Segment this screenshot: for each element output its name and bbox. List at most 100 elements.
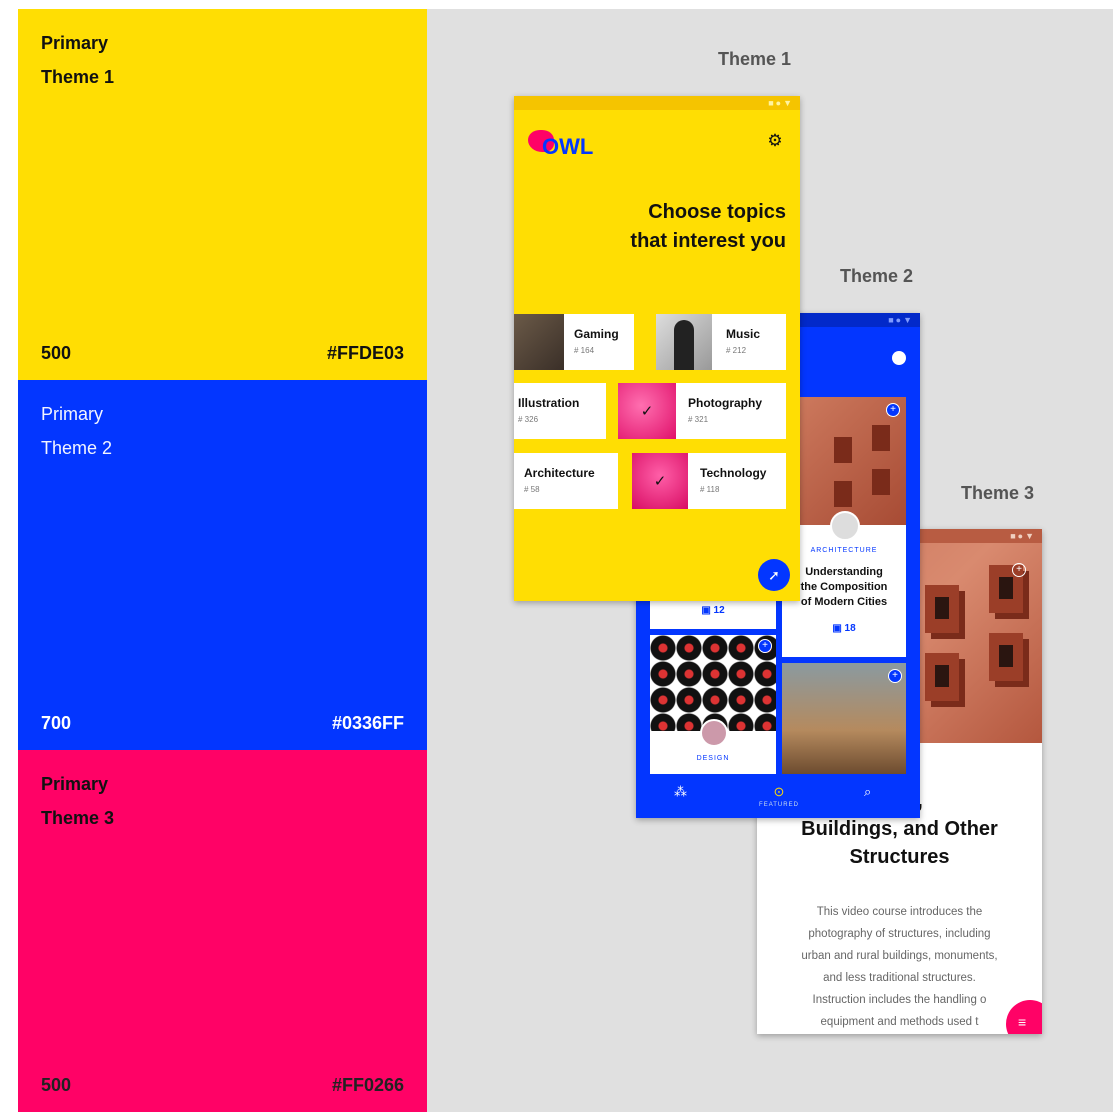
featured-icon: ⊙ <box>773 784 785 799</box>
compass-fab-button[interactable]: ➚ <box>758 559 790 591</box>
topic-image: ✓ <box>618 383 676 439</box>
title-line: Understanding <box>805 566 883 578</box>
topic-count: # 58 <box>524 485 540 494</box>
add-icon[interactable]: + <box>1012 563 1026 577</box>
title-line: Structures <box>849 846 950 868</box>
window-shape <box>925 585 959 633</box>
grid-icon: ⁂ <box>674 784 687 799</box>
check-icon: ✓ <box>653 473 667 490</box>
topic-technology[interactable]: ✓ Technology # 118 <box>632 453 786 509</box>
description-line: Instruction includes the handling o <box>812 994 987 1006</box>
lesson-count-value: 12 <box>713 605 725 616</box>
status-bar: ■●▼ <box>514 96 800 110</box>
swatch-theme-name: Theme 3 <box>41 808 115 828</box>
topic-count: # 321 <box>688 415 709 424</box>
title-line: Buildings, and Other <box>801 818 998 840</box>
nav-featured[interactable]: ⊙ FEATURED <box>754 784 804 808</box>
avatar <box>830 511 860 541</box>
vinyl-records-photo <box>650 635 776 731</box>
swatch-theme-3: Primary Theme 3 500 #FF0266 <box>18 750 427 1112</box>
status-icons: ■●▼ <box>1010 531 1036 541</box>
course-title: Understanding the Composition of Modern … <box>782 565 906 610</box>
menu-icon: ≡ <box>1018 1014 1027 1030</box>
swatch-shade: 500 <box>41 1075 72 1095</box>
woodworking-photo <box>782 663 906 775</box>
building-photo <box>782 397 906 525</box>
nav-grid[interactable]: ⁂ <box>674 784 687 800</box>
topic-name: Photography <box>688 396 762 410</box>
topic-name: Illustration <box>518 396 580 410</box>
owl-logo: OWL <box>528 126 608 160</box>
swatch-hex: #0336FF <box>331 713 404 733</box>
course-category: DESIGN <box>696 755 730 762</box>
add-icon[interactable]: + <box>758 639 772 653</box>
description-line: and less traditional structures. <box>823 972 976 984</box>
add-icon[interactable]: + <box>886 403 900 417</box>
swatch-theme-1: Primary Theme 1 500 #FFDE03 <box>18 9 427 380</box>
window-shape <box>872 425 890 451</box>
window-shape <box>834 481 852 507</box>
topic-image <box>656 314 712 370</box>
swatch-hex: #FFDE03 <box>326 343 404 363</box>
window-shape <box>872 469 890 495</box>
description-line: This video course introduces the <box>816 906 983 918</box>
lesson-count-value: 18 <box>844 623 856 634</box>
topic-count: # 326 <box>518 415 539 424</box>
check-icon: ✓ <box>640 403 654 420</box>
topic-illustration[interactable]: Illustration # 326 <box>514 383 606 439</box>
swatch-theme-name: Theme 2 <box>41 438 113 458</box>
description-line: urban and rural buildings, monuments, <box>801 950 998 962</box>
lesson-count: ▣ 12 <box>650 605 776 616</box>
title-line: Choose topics <box>648 201 786 223</box>
swatch-theme-name: Theme 1 <box>41 67 115 87</box>
add-icon[interactable]: + <box>888 669 902 683</box>
status-icons: ■●▼ <box>768 98 794 108</box>
color-swatches: Primary Theme 1 500 #FFDE03 Primary Them… <box>18 9 427 1112</box>
window-shape <box>989 633 1023 681</box>
gear-icon[interactable]: ⚙ <box>766 132 784 150</box>
course-card-architecture[interactable]: + ARCHITECTURE Understanding the Composi… <box>782 397 906 657</box>
description-line: photography of structures, including <box>808 928 991 940</box>
swatch-shade: 700 <box>41 713 72 733</box>
search-icon: ⌕ <box>864 784 872 799</box>
title-line: of Modern Cities <box>800 596 888 608</box>
person-shape <box>674 320 694 370</box>
topic-music[interactable]: Music # 212 <box>656 314 786 370</box>
window-shape <box>834 437 852 463</box>
topic-architecture[interactable]: Architecture # 58 <box>514 453 618 509</box>
video-icon: ▣ <box>832 623 845 634</box>
topic-count: # 212 <box>726 346 747 355</box>
topic-image <box>514 314 564 370</box>
nav-search[interactable]: ⌕ <box>864 784 871 800</box>
avatar <box>700 719 728 747</box>
course-category: ARCHITECTURE <box>810 547 878 554</box>
topic-gaming[interactable]: Gaming # 164 <box>514 314 634 370</box>
swatch-label: Primary <box>41 774 109 794</box>
title-line: that interest you <box>630 230 786 252</box>
course-card-woodwork[interactable]: + <box>782 663 906 775</box>
compass-icon: ➚ <box>768 567 780 583</box>
theme-3-label: Theme 3 <box>961 483 1035 503</box>
swatch-label: Primary <box>41 33 109 53</box>
topic-count: # 118 <box>700 485 720 494</box>
swatch-label: Primary <box>41 404 103 424</box>
swatch-hex: #FF0266 <box>331 1075 404 1095</box>
course-card-design[interactable]: + DESIGN <box>650 635 776 775</box>
window-shape <box>925 653 959 701</box>
account-icon[interactable] <box>892 351 906 365</box>
course-description: This video course introduces the photogr… <box>771 901 1028 1033</box>
topic-name: Gaming <box>574 327 619 341</box>
mockup-canvas: Theme 1 Theme 2 Theme 3 ■●▼ + PHY ents, … <box>427 9 1113 1112</box>
topic-count: # 164 <box>574 346 595 355</box>
nav-label: FEATURED <box>759 802 799 808</box>
title-line: the Composition <box>800 581 888 593</box>
topic-name: Architecture <box>524 466 595 480</box>
topic-photography[interactable]: ✓ Photography # 321 <box>618 383 786 439</box>
swatch-shade: 500 <box>41 343 72 363</box>
topic-name: Music <box>726 327 761 341</box>
video-icon: ▣ <box>701 605 714 616</box>
page-title: Choose topics that interest you <box>630 198 786 256</box>
theme-1-label: Theme 1 <box>718 49 792 69</box>
theme-2-label: Theme 2 <box>840 266 914 286</box>
topic-name: Technology <box>700 466 767 480</box>
